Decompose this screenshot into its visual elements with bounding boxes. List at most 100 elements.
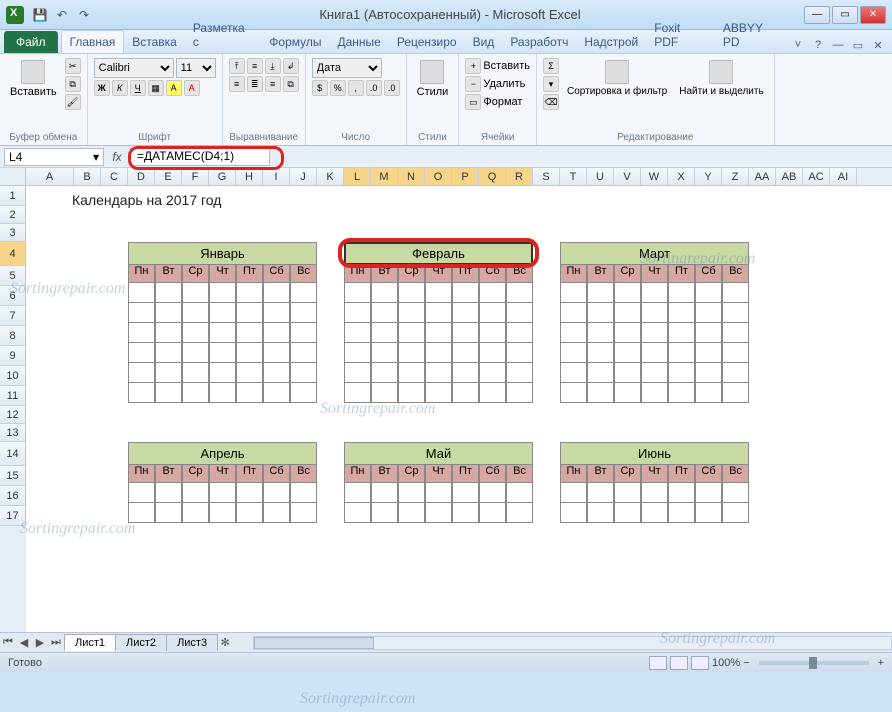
calendar-cell[interactable]	[452, 323, 479, 343]
mdi-restore-icon[interactable]: ▭	[850, 37, 866, 53]
calendar-cell[interactable]	[425, 383, 452, 403]
calendar-cell[interactable]	[155, 343, 182, 363]
align-bottom-icon[interactable]: ⤓	[265, 58, 281, 74]
tab-view[interactable]: Вид	[465, 31, 503, 53]
calendar-cell[interactable]	[371, 363, 398, 383]
calendar-cell[interactable]	[182, 283, 209, 303]
calendar-cell[interactable]	[668, 283, 695, 303]
calendar-cell[interactable]	[641, 483, 668, 503]
calendar-cell[interactable]	[371, 343, 398, 363]
tab-review[interactable]: Рецензиро	[389, 31, 465, 53]
calendar-cell[interactable]	[722, 383, 749, 403]
zoom-out-button[interactable]: −	[743, 657, 749, 669]
calendar-cell[interactable]	[452, 363, 479, 383]
tab-layout[interactable]: Разметка с	[185, 17, 261, 53]
format-painter-icon[interactable]: 🖌	[65, 94, 81, 110]
calendar-cell[interactable]	[614, 503, 641, 523]
calendar-cell[interactable]	[182, 303, 209, 323]
calendar-cell[interactable]	[614, 483, 641, 503]
sheet-nav-last[interactable]: ⏭	[48, 636, 64, 649]
calendar-cell[interactable]	[425, 343, 452, 363]
calendar-cell[interactable]	[587, 383, 614, 403]
comma-icon[interactable]: ,	[348, 80, 364, 96]
calendar-cell[interactable]	[668, 343, 695, 363]
calendar-cell[interactable]	[614, 303, 641, 323]
calendar-cell[interactable]	[155, 283, 182, 303]
fill-color-button[interactable]: A	[166, 80, 182, 96]
calendar-cell[interactable]	[506, 343, 533, 363]
col-header-J[interactable]: J	[290, 168, 317, 185]
calendar-cell[interactable]	[155, 323, 182, 343]
calendar-cell[interactable]	[398, 283, 425, 303]
calendar-cell[interactable]	[371, 483, 398, 503]
calendar-cell[interactable]	[695, 343, 722, 363]
calendar-cell[interactable]	[236, 363, 263, 383]
calendar-cell[interactable]	[182, 483, 209, 503]
col-header-Z[interactable]: Z	[722, 168, 749, 185]
horizontal-scrollbar[interactable]	[253, 636, 892, 650]
calendar-cell[interactable]	[614, 323, 641, 343]
calendar-cell[interactable]	[209, 503, 236, 523]
row-header-13[interactable]: 13	[0, 424, 26, 442]
worksheet-grid[interactable]: 1234567891011121314151617 Календарь на 2…	[0, 186, 892, 632]
tab-home[interactable]: Главная	[61, 30, 125, 53]
calendar-cell[interactable]	[560, 363, 587, 383]
calendar-cell[interactable]	[668, 483, 695, 503]
calendar-cell[interactable]	[695, 303, 722, 323]
calendar-cell[interactable]	[128, 283, 155, 303]
insert-cells-button[interactable]: Вставить	[483, 60, 530, 72]
qat-redo-button[interactable]: ↷	[74, 5, 94, 25]
col-header-K[interactable]: K	[317, 168, 344, 185]
calendar-cell[interactable]	[506, 363, 533, 383]
find-select-button[interactable]: Найти и выделить	[675, 58, 767, 99]
calendar-cell[interactable]	[695, 483, 722, 503]
wrap-text-icon[interactable]: ↲	[283, 58, 299, 74]
inc-decimal-icon[interactable]: .0	[366, 80, 382, 96]
calendar-cell[interactable]	[182, 503, 209, 523]
calendar-cell[interactable]	[452, 303, 479, 323]
zoom-slider[interactable]	[759, 661, 869, 665]
align-top-icon[interactable]: ⤒	[229, 58, 245, 74]
calendar-cell[interactable]	[479, 283, 506, 303]
calendar-cell[interactable]	[344, 383, 371, 403]
fill-icon[interactable]: ▾	[543, 76, 559, 92]
calendar-cell[interactable]	[587, 343, 614, 363]
calendar-cell[interactable]	[398, 483, 425, 503]
calendar-cell[interactable]	[182, 363, 209, 383]
row-header-12[interactable]: 12	[0, 406, 26, 424]
calendar-cell[interactable]	[155, 363, 182, 383]
calendar-cell[interactable]	[290, 363, 317, 383]
col-header-AI[interactable]: AI	[830, 168, 857, 185]
calendar-cell[interactable]	[128, 303, 155, 323]
calendar-cell[interactable]	[506, 283, 533, 303]
sheet-tab-1[interactable]: Лист1	[64, 634, 116, 651]
calendar-cell[interactable]	[371, 323, 398, 343]
month-header[interactable]: Июнь	[560, 442, 749, 465]
tab-foxit[interactable]: Foxit PDF	[646, 17, 715, 53]
row-header-11[interactable]: 11	[0, 386, 26, 406]
calendar-cell[interactable]	[479, 483, 506, 503]
zoom-in-button[interactable]: +	[878, 657, 884, 669]
col-header-S[interactable]: S	[533, 168, 560, 185]
calendar-cell[interactable]	[209, 303, 236, 323]
calendar-cell[interactable]	[236, 383, 263, 403]
row-header-3[interactable]: 3	[0, 224, 26, 242]
calendar-cell[interactable]	[668, 303, 695, 323]
calendar-cell[interactable]	[398, 323, 425, 343]
sheet-nav-next[interactable]: ▶	[32, 636, 48, 649]
format-cells-button[interactable]: Формат	[483, 96, 522, 108]
new-sheet-button[interactable]: ✻	[217, 636, 233, 649]
row-header-15[interactable]: 15	[0, 466, 26, 486]
tab-abbyy[interactable]: ABBYY PD	[715, 17, 790, 53]
underline-button[interactable]: Ч	[130, 80, 146, 96]
calendar-cell[interactable]	[263, 283, 290, 303]
name-box[interactable]: L4▾	[4, 148, 104, 166]
copy-icon[interactable]: ⧉	[65, 76, 81, 92]
qat-undo-button[interactable]: ↶	[52, 5, 72, 25]
calendar-cell[interactable]	[290, 383, 317, 403]
row-header-17[interactable]: 17	[0, 506, 26, 526]
col-header-I[interactable]: I	[263, 168, 290, 185]
calendar-cell[interactable]	[560, 303, 587, 323]
view-normal-button[interactable]	[649, 656, 667, 670]
align-center-icon[interactable]: ≣	[247, 76, 263, 92]
